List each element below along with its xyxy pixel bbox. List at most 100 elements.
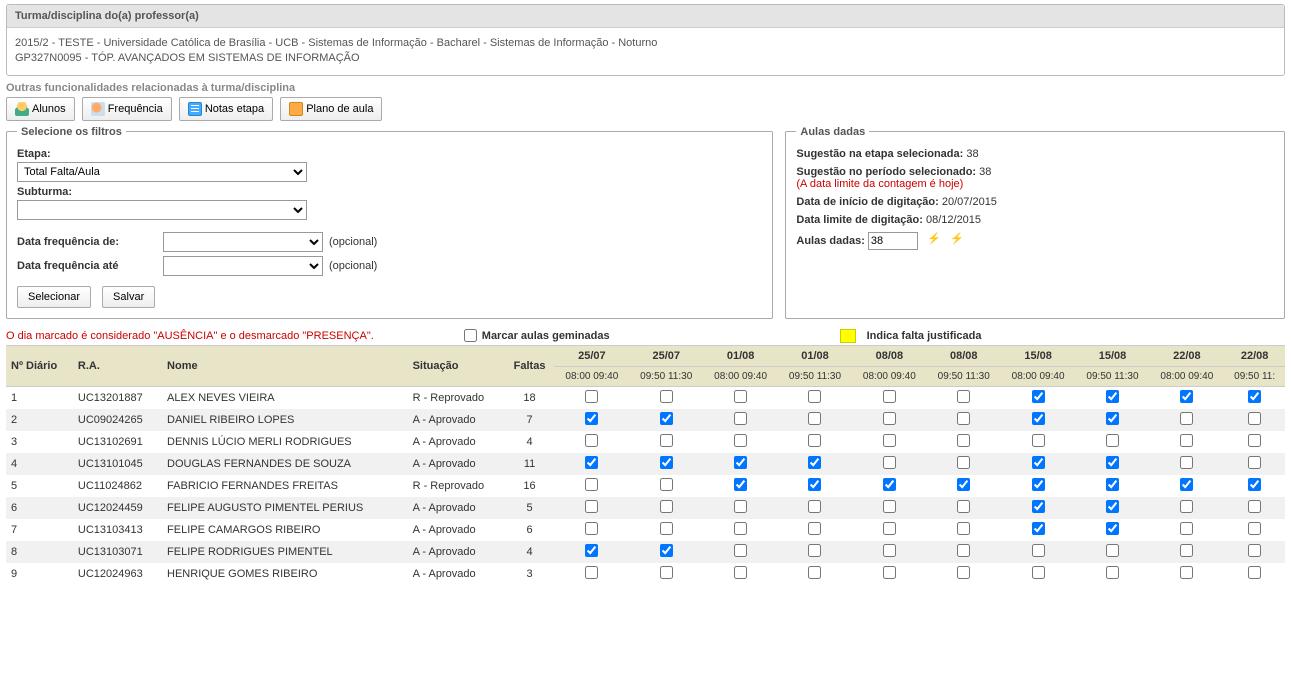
attendance-checkbox[interactable] <box>1106 478 1119 491</box>
attendance-checkbox[interactable] <box>957 456 970 469</box>
attendance-checkbox[interactable] <box>1106 544 1119 557</box>
marcar-geminadas-checkbox[interactable] <box>464 329 477 342</box>
attendance-checkbox[interactable] <box>808 456 821 469</box>
attendance-checkbox[interactable] <box>734 544 747 557</box>
attendance-checkbox[interactable] <box>1248 500 1261 513</box>
attendance-checkbox[interactable] <box>660 478 673 491</box>
attendance-checkbox[interactable] <box>883 412 896 425</box>
attendance-checkbox[interactable] <box>1106 412 1119 425</box>
attendance-checkbox[interactable] <box>883 544 896 557</box>
attendance-checkbox[interactable] <box>1180 434 1193 447</box>
attendance-checkbox[interactable] <box>1106 500 1119 513</box>
attendance-checkbox[interactable] <box>883 500 896 513</box>
attendance-checkbox[interactable] <box>585 544 598 557</box>
etapa-select[interactable]: Total Falta/Aula <box>17 162 307 182</box>
data-ate-select[interactable] <box>163 256 323 276</box>
attendance-checkbox[interactable] <box>1032 566 1045 579</box>
attendance-checkbox[interactable] <box>957 566 970 579</box>
attendance-checkbox[interactable] <box>957 500 970 513</box>
attendance-checkbox[interactable] <box>734 456 747 469</box>
aulas-dadas-input[interactable] <box>868 232 918 250</box>
attendance-checkbox[interactable] <box>734 522 747 535</box>
attendance-checkbox[interactable] <box>883 478 896 491</box>
attendance-checkbox[interactable] <box>1032 522 1045 535</box>
attendance-checkbox[interactable] <box>808 390 821 403</box>
attendance-checkbox[interactable] <box>883 390 896 403</box>
data-de-select[interactable] <box>163 232 323 252</box>
attendance-checkbox[interactable] <box>660 434 673 447</box>
attendance-checkbox[interactable] <box>585 412 598 425</box>
attendance-checkbox[interactable] <box>1032 390 1045 403</box>
attendance-checkbox[interactable] <box>1248 566 1261 579</box>
selecionar-button[interactable]: Selecionar <box>17 286 91 308</box>
attendance-checkbox[interactable] <box>1180 478 1193 491</box>
attendance-checkbox[interactable] <box>660 522 673 535</box>
attendance-checkbox[interactable] <box>1106 522 1119 535</box>
attendance-checkbox[interactable] <box>660 412 673 425</box>
notas-button[interactable]: Notas etapa <box>179 97 273 121</box>
attendance-checkbox[interactable] <box>734 500 747 513</box>
attendance-checkbox[interactable] <box>808 500 821 513</box>
attendance-checkbox[interactable] <box>957 434 970 447</box>
attendance-checkbox[interactable] <box>1248 522 1261 535</box>
attendance-checkbox[interactable] <box>1180 522 1193 535</box>
attendance-checkbox[interactable] <box>883 434 896 447</box>
subturma-select[interactable] <box>17 200 307 220</box>
attendance-checkbox[interactable] <box>1032 412 1045 425</box>
attendance-checkbox[interactable] <box>1180 544 1193 557</box>
attendance-checkbox[interactable] <box>585 478 598 491</box>
attendance-checkbox[interactable] <box>957 544 970 557</box>
attendance-checkbox[interactable] <box>660 500 673 513</box>
attendance-checkbox[interactable] <box>808 566 821 579</box>
attendance-checkbox[interactable] <box>585 500 598 513</box>
attendance-checkbox[interactable] <box>1106 456 1119 469</box>
attendance-checkbox[interactable] <box>1106 566 1119 579</box>
attendance-checkbox[interactable] <box>1248 434 1261 447</box>
alunos-button[interactable]: Alunos <box>6 97 75 121</box>
attendance-checkbox[interactable] <box>660 456 673 469</box>
attendance-checkbox[interactable] <box>957 478 970 491</box>
attendance-checkbox[interactable] <box>1032 544 1045 557</box>
attendance-checkbox[interactable] <box>1032 456 1045 469</box>
attendance-checkbox[interactable] <box>808 434 821 447</box>
salvar-button[interactable]: Salvar <box>102 286 155 308</box>
attendance-checkbox[interactable] <box>734 412 747 425</box>
attendance-checkbox[interactable] <box>883 456 896 469</box>
attendance-checkbox[interactable] <box>1180 390 1193 403</box>
attendance-checkbox[interactable] <box>585 390 598 403</box>
lightning-blue-icon[interactable]: ⚡ <box>950 232 964 250</box>
attendance-checkbox[interactable] <box>734 434 747 447</box>
attendance-checkbox[interactable] <box>883 522 896 535</box>
attendance-checkbox[interactable] <box>1032 478 1045 491</box>
attendance-checkbox[interactable] <box>1032 434 1045 447</box>
attendance-checkbox[interactable] <box>957 390 970 403</box>
attendance-checkbox[interactable] <box>1106 390 1119 403</box>
attendance-checkbox[interactable] <box>660 544 673 557</box>
attendance-checkbox[interactable] <box>957 522 970 535</box>
attendance-checkbox[interactable] <box>1180 500 1193 513</box>
attendance-checkbox[interactable] <box>660 390 673 403</box>
attendance-checkbox[interactable] <box>883 566 896 579</box>
attendance-checkbox[interactable] <box>808 412 821 425</box>
attendance-checkbox[interactable] <box>585 456 598 469</box>
attendance-checkbox[interactable] <box>1180 412 1193 425</box>
lightning-orange-icon[interactable]: ⚡ <box>927 232 941 250</box>
attendance-checkbox[interactable] <box>808 544 821 557</box>
attendance-checkbox[interactable] <box>585 522 598 535</box>
attendance-checkbox[interactable] <box>1180 566 1193 579</box>
attendance-checkbox[interactable] <box>585 434 598 447</box>
attendance-checkbox[interactable] <box>734 478 747 491</box>
attendance-checkbox[interactable] <box>1180 456 1193 469</box>
attendance-checkbox[interactable] <box>585 566 598 579</box>
attendance-checkbox[interactable] <box>808 478 821 491</box>
plano-button[interactable]: Plano de aula <box>280 97 382 121</box>
attendance-checkbox[interactable] <box>1248 544 1261 557</box>
attendance-checkbox[interactable] <box>808 522 821 535</box>
attendance-checkbox[interactable] <box>1032 500 1045 513</box>
attendance-checkbox[interactable] <box>1248 456 1261 469</box>
attendance-checkbox[interactable] <box>734 390 747 403</box>
attendance-checkbox[interactable] <box>1248 412 1261 425</box>
attendance-checkbox[interactable] <box>660 566 673 579</box>
frequencia-button[interactable]: Frequência <box>82 97 172 121</box>
attendance-checkbox[interactable] <box>957 412 970 425</box>
